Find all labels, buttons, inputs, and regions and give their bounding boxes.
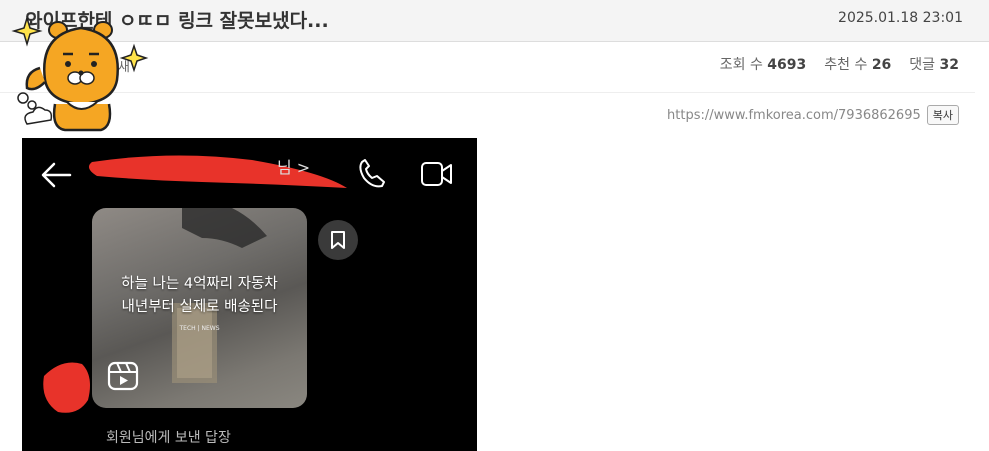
likes-stat: 추천 수 26 (824, 57, 892, 73)
chat-name: 님 > (277, 158, 311, 177)
copy-button[interactable]: 복사 (926, 105, 959, 125)
permalink-row: https://www.fmkorea.com/7936862695 복사 (667, 105, 959, 125)
permalink-url[interactable]: https://www.fmkorea.com/7936862695 (667, 108, 921, 123)
reels-icon (107, 361, 139, 391)
video-call-icon (421, 162, 452, 186)
redaction-scribble-2 (43, 362, 90, 413)
back-arrow-icon (41, 162, 72, 188)
views-stat: 조회 수 4693 (719, 57, 807, 73)
post-stats: 조회 수 4693 추천 수 26 댓글 32 (720, 54, 959, 74)
card-tag: TECH | NEWS (179, 325, 220, 332)
bookmark-icon (318, 220, 358, 260)
comments-stat[interactable]: 댓글 32 (909, 54, 959, 74)
reply-label: 회원님에게 보낸 답장 (106, 430, 231, 446)
character-sticker (11, 15, 149, 132)
phone-icon (359, 159, 385, 188)
shared-reel-card[interactable]: 하늘 나는 4억짜리 자동차 내년부터 실제로 배송된다 TECH | NEWS (92, 208, 307, 408)
attached-screenshot: 님 > 하늘 나는 4억짜리 자동차 내년부터 실제로 배송된다 TECH | … (22, 138, 477, 451)
card-caption-line1: 하늘 나는 4억짜리 자동차 (121, 276, 278, 292)
post-date: 2025.01.18 23:01 (838, 10, 963, 26)
card-caption-line2: 내년부터 실제로 배송된다 (121, 299, 278, 315)
